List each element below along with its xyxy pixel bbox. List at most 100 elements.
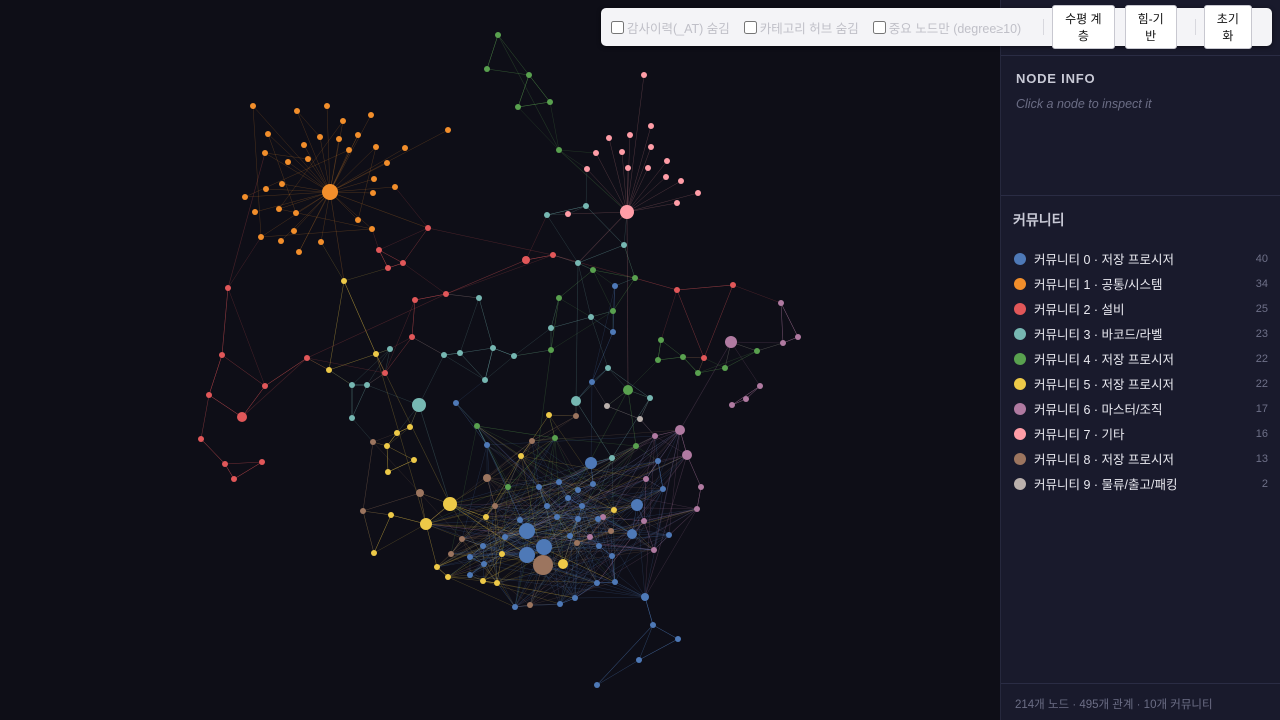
graph-node[interactable]: [484, 442, 490, 448]
graph-node[interactable]: [645, 165, 651, 171]
graph-node[interactable]: [326, 367, 332, 373]
graph-node[interactable]: [636, 657, 642, 663]
graph-node[interactable]: [237, 412, 247, 422]
graph-node[interactable]: [571, 396, 581, 406]
graph-node[interactable]: [263, 186, 269, 192]
community-item-2[interactable]: 커뮤니티 2 · 설비 25: [1013, 296, 1269, 321]
graph-node[interactable]: [443, 291, 449, 297]
graph-node[interactable]: [604, 403, 610, 409]
graph-node[interactable]: [242, 194, 248, 200]
graph-node[interactable]: [368, 112, 374, 118]
graph-node[interactable]: [612, 283, 618, 289]
graph-node[interactable]: [517, 517, 523, 523]
graph-node[interactable]: [336, 136, 342, 142]
graph-node[interactable]: [621, 242, 627, 248]
graph-node[interactable]: [583, 203, 589, 209]
graph-node[interactable]: [512, 604, 518, 610]
graph-node[interactable]: [293, 210, 299, 216]
graph-node[interactable]: [252, 209, 258, 215]
graph-node[interactable]: [364, 382, 370, 388]
graph-node[interactable]: [490, 345, 496, 351]
graph-node[interactable]: [574, 540, 580, 546]
graph-node[interactable]: [754, 348, 760, 354]
graph-node[interactable]: [499, 551, 505, 557]
graph-node[interactable]: [655, 458, 661, 464]
graph-node[interactable]: [341, 278, 347, 284]
graph-node[interactable]: [675, 425, 685, 435]
graph-node[interactable]: [590, 267, 596, 273]
graph-node[interactable]: [376, 247, 382, 253]
graph-node[interactable]: [198, 436, 204, 442]
graph-node[interactable]: [296, 249, 302, 255]
graph-node[interactable]: [265, 131, 271, 137]
graph-node[interactable]: [660, 486, 666, 492]
graph-node[interactable]: [594, 682, 600, 688]
graph-node[interactable]: [605, 365, 611, 371]
checkbox-important-only-input[interactable]: [872, 20, 886, 34]
graph-node[interactable]: [725, 336, 737, 348]
graph-node[interactable]: [434, 564, 440, 570]
graph-network[interactable]: [0, 0, 1000, 720]
graph-node[interactable]: [678, 178, 684, 184]
graph-node[interactable]: [526, 72, 532, 78]
graph-node[interactable]: [385, 469, 391, 475]
graph-node[interactable]: [448, 551, 454, 557]
graph-node[interactable]: [480, 578, 486, 584]
graph-node[interactable]: [360, 508, 366, 514]
graph-node[interactable]: [637, 416, 643, 422]
graph-node[interactable]: [291, 228, 297, 234]
graph-node[interactable]: [412, 297, 418, 303]
graph-node[interactable]: [567, 533, 573, 539]
graph-node[interactable]: [420, 518, 432, 530]
graph-node[interactable]: [445, 127, 451, 133]
graph-node[interactable]: [579, 503, 585, 509]
graph-node[interactable]: [370, 439, 376, 445]
graph-node[interactable]: [388, 512, 394, 518]
force-layout-button[interactable]: 힘-기반: [1124, 5, 1177, 49]
graph-node[interactable]: [285, 159, 291, 165]
graph-node[interactable]: [565, 495, 571, 501]
graph-node[interactable]: [262, 383, 268, 389]
graph-node[interactable]: [355, 132, 361, 138]
graph-node[interactable]: [384, 443, 390, 449]
graph-node[interactable]: [502, 534, 508, 540]
graph-node[interactable]: [596, 543, 602, 549]
community-item-7[interactable]: 커뮤니티 7 · 기타 16: [1013, 421, 1269, 446]
graph-node[interactable]: [575, 260, 581, 266]
community-item-3[interactable]: 커뮤니티 3 · 바코드/라벨 23: [1013, 321, 1269, 346]
graph-node[interactable]: [652, 433, 658, 439]
graph-node[interactable]: [492, 503, 498, 509]
graph-node[interactable]: [641, 518, 647, 524]
graph-node[interactable]: [610, 308, 616, 314]
graph-node[interactable]: [595, 516, 601, 522]
graph-node[interactable]: [482, 377, 488, 383]
graph-node[interactable]: [259, 459, 265, 465]
checkbox-hide-category-hub-input[interactable]: [743, 20, 757, 34]
graph-node[interactable]: [392, 184, 398, 190]
graph-node[interactable]: [384, 160, 390, 166]
graph-node[interactable]: [609, 553, 615, 559]
graph-node[interactable]: [371, 176, 377, 182]
graph-node[interactable]: [648, 123, 654, 129]
graph-node[interactable]: [648, 144, 654, 150]
graph-node[interactable]: [467, 572, 473, 578]
graph-node[interactable]: [557, 601, 563, 607]
graph-node[interactable]: [575, 516, 581, 522]
graph-node[interactable]: [349, 382, 355, 388]
graph-node[interactable]: [476, 295, 482, 301]
graph-node[interactable]: [279, 181, 285, 187]
graph-node[interactable]: [620, 205, 634, 219]
graph-node[interactable]: [515, 104, 521, 110]
graph-node[interactable]: [483, 514, 489, 520]
graph-node[interactable]: [575, 487, 581, 493]
graph-node[interactable]: [355, 217, 361, 223]
graph-node[interactable]: [589, 379, 595, 385]
graph-node[interactable]: [225, 285, 231, 291]
graph-node[interactable]: [258, 234, 264, 240]
graph-node[interactable]: [558, 559, 568, 569]
graph-node[interactable]: [294, 108, 300, 114]
graph-node[interactable]: [305, 156, 311, 162]
graph-node[interactable]: [527, 602, 533, 608]
graph-node[interactable]: [518, 453, 524, 459]
graph-node[interactable]: [778, 300, 784, 306]
